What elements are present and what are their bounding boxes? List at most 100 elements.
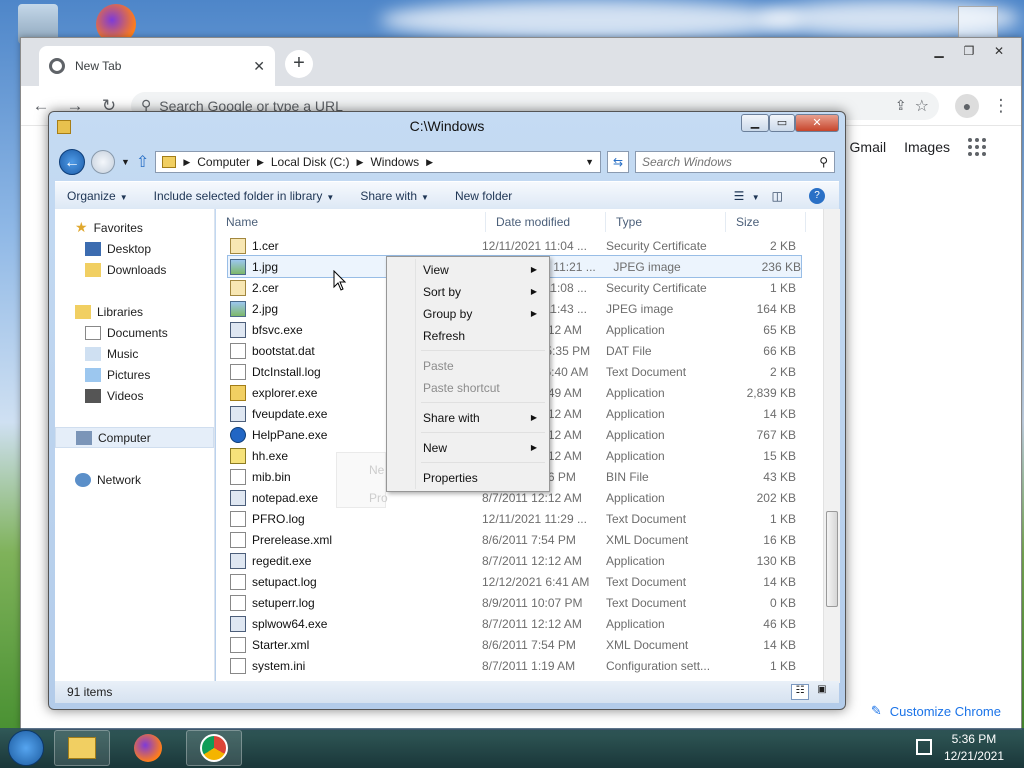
file-row[interactable]: regedit.exe 8/7/2011 12:12 AM Application 1… <box>216 550 840 571</box>
menu-item-refresh[interactable]: Refresh <box>389 325 547 347</box>
file-type: Text Document <box>606 574 687 589</box>
gmail-link[interactable]: Gmail <box>850 139 887 155</box>
tab-close-icon[interactable]: ✕ <box>253 58 265 75</box>
file-row[interactable]: splwow64.exe 8/7/2011 12:12 AM Application… <box>216 613 840 634</box>
organize-button[interactable]: Organize ▼ <box>67 189 128 203</box>
nav-desktop[interactable]: Desktop <box>55 238 214 259</box>
nav-music[interactable]: Music <box>55 343 214 364</box>
forward-button[interactable] <box>91 150 115 174</box>
command-bar: Organize ▼ Include selected folder in lib… <box>55 181 839 209</box>
submenu-arrow-icon: ▶ <box>530 413 537 422</box>
details-view-icon[interactable]: ☷ <box>791 684 809 700</box>
recent-pages-chevron-icon[interactable]: ▼ <box>121 157 130 167</box>
file-exe-icon <box>230 489 246 506</box>
refresh-icon[interactable]: ⇆ <box>607 151 629 173</box>
clock[interactable]: 5:36 PM 12/21/2021 <box>944 731 1004 765</box>
view-options-icon[interactable]: ☰ ▼ <box>734 189 760 203</box>
breadcrumb-local-disk[interactable]: Local Disk (C:) <box>271 155 350 169</box>
new-tab-button[interactable]: + <box>285 50 313 78</box>
nav-computer[interactable]: Computer <box>55 427 214 448</box>
up-arrow-icon[interactable]: ⇧ <box>136 152 149 172</box>
file-row[interactable]: system.ini 8/7/2011 1:19 AM Configuration … <box>216 655 840 676</box>
file-type: Application <box>606 616 665 631</box>
share-label: Share with <box>360 188 418 203</box>
images-link[interactable]: Images <box>904 139 950 155</box>
file-size: 164 KB <box>756 301 796 316</box>
search-input[interactable] <box>642 155 820 169</box>
tab-new-tab[interactable]: New Tab ✕ <box>39 46 275 86</box>
taskbar-explorer[interactable] <box>54 730 110 766</box>
start-button[interactable] <box>8 730 44 766</box>
share-icon[interactable]: ⇪ <box>895 97 907 114</box>
file-name: bfsvc.exe <box>252 322 303 337</box>
file-row[interactable]: setupact.log 12/12/2021 6:41 AM Text Docum… <box>216 571 840 592</box>
profile-avatar-icon[interactable]: ● <box>955 93 979 118</box>
explorer-close-button[interactable]: ✕ <box>795 114 839 132</box>
file-type: Text Document <box>606 511 687 526</box>
file-type: JPEG image <box>606 301 674 316</box>
menu-item-properties[interactable]: Properties <box>389 467 547 489</box>
column-date[interactable]: Date modified <box>486 211 606 232</box>
explorer-minimize-button[interactable]: ▁ <box>741 114 769 132</box>
column-name[interactable]: Name <box>216 211 486 232</box>
breadcrumb-computer[interactable]: Computer <box>197 155 250 169</box>
taskbar-chrome[interactable] <box>186 730 242 766</box>
file-date: 12/12/2021 6:41 AM <box>482 574 590 589</box>
share-with-button[interactable]: Share with ▼ <box>360 189 429 203</box>
file-name-cell: 1.cer <box>216 237 474 254</box>
breadcrumb-windows[interactable]: Windows <box>370 155 419 169</box>
file-date: 8/7/2011 12:12 AM <box>482 490 582 505</box>
new-folder-button[interactable]: New folder <box>455 189 512 203</box>
menu-item-sort-by[interactable]: Sort by ▶ <box>389 281 547 303</box>
file-row[interactable]: 1.cer 12/11/2021 11:04 ... Security Certif… <box>216 235 840 256</box>
file-row[interactable]: PFRO.log 12/11/2021 11:29 ... Text Documen… <box>216 508 840 529</box>
nav-libraries[interactable]: Libraries <box>55 301 214 322</box>
menu-item-group-by[interactable]: Group by ▶ <box>389 303 547 325</box>
menu-item-view[interactable]: View ▶ <box>389 259 547 281</box>
menu-item-share-with[interactable]: Share with ▶ <box>389 407 547 429</box>
file-row[interactable]: Prerelease.xml 8/6/2011 7:54 PM XML Docume… <box>216 529 840 550</box>
chrome-favicon-icon <box>49 58 65 74</box>
network-icon <box>75 472 91 487</box>
taskbar-firefox[interactable] <box>120 730 176 766</box>
help-icon[interactable]: ? <box>809 187 825 204</box>
nav-videos[interactable]: Videos <box>55 385 214 406</box>
nav-pictures[interactable]: Pictures <box>55 364 214 385</box>
back-button[interactable]: ← <box>59 149 85 175</box>
vertical-scrollbar[interactable] <box>823 209 840 683</box>
nav-documents[interactable]: Documents <box>55 322 214 343</box>
column-type[interactable]: Type <box>606 211 726 232</box>
menu-separator <box>389 399 547 407</box>
file-type: Application <box>606 427 665 442</box>
nav-downloads[interactable]: Downloads <box>55 259 214 280</box>
include-in-library-button[interactable]: Include selected folder in library ▼ <box>154 189 335 203</box>
chrome-menu-icon[interactable]: ⋮ <box>989 94 1013 118</box>
customize-chrome-button[interactable]: ✎ Customize Chrome <box>871 703 1001 719</box>
file-type: Application <box>606 385 665 400</box>
faded-menu-remnant: Ne Pro <box>336 452 388 508</box>
address-bar[interactable]: ▶ Computer ▶ Local Disk (C:) ▶ Windows ▶… <box>155 151 601 173</box>
preview-pane-icon[interactable]: ◫ <box>772 189 783 203</box>
file-exe-icon <box>230 615 246 632</box>
libraries-icon <box>75 304 91 319</box>
bookmark-star-icon[interactable]: ☆ <box>915 96 929 116</box>
menu-item-new[interactable]: New ▶ <box>389 437 547 459</box>
file-row[interactable]: setuperr.log 8/9/2011 10:07 PM Text Docume… <box>216 592 840 613</box>
column-size[interactable]: Size <box>726 211 806 232</box>
address-dropdown-icon[interactable]: ▼ <box>585 157 594 167</box>
google-apps-icon[interactable] <box>968 138 986 156</box>
close-button[interactable]: ✕ <box>987 42 1011 60</box>
explorer-maximize-button[interactable]: ▭ <box>769 114 795 132</box>
menu-item-label: Group by <box>423 307 473 321</box>
tray-network-icon[interactable] <box>916 739 932 755</box>
large-icons-view-icon[interactable]: ▣ <box>813 684 831 700</box>
maximize-button[interactable]: ❐ <box>957 42 981 60</box>
nav-favorites[interactable]: ★ Favorites <box>55 217 214 238</box>
desktop-cloud <box>380 0 800 40</box>
file-row[interactable]: Starter.xml 8/6/2011 7:54 PM XML Document 1… <box>216 634 840 655</box>
menu-item-label: Paste <box>423 359 454 373</box>
search-box[interactable]: ⚲ <box>635 151 835 173</box>
nav-network[interactable]: Network <box>55 469 214 490</box>
scrollbar-thumb[interactable] <box>826 511 838 607</box>
minimize-button[interactable]: ▁ <box>927 42 951 60</box>
